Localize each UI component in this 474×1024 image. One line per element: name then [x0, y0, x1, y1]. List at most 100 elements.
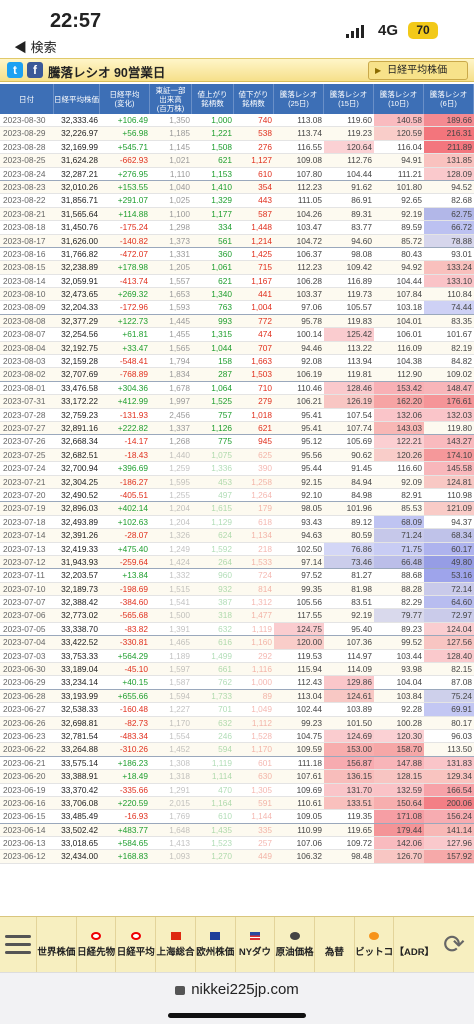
- table-cell: 31,856.71: [61, 195, 98, 206]
- table-cell: 1,110: [169, 168, 190, 179]
- table-cell: 701: [218, 704, 232, 715]
- toolbar-label: 上海総合: [156, 946, 195, 958]
- table-cell: -186.27: [119, 476, 148, 487]
- table-cell: 453: [218, 476, 232, 487]
- table-row: 2023-07-20 32,490.52 -405.51 1,255 497 1,264 9…: [0, 488, 474, 503]
- table-cell: 85.53: [401, 503, 422, 514]
- table-cell: 2023-07-05: [3, 623, 46, 634]
- table-cell: 95.78: [301, 315, 322, 326]
- table-cell: 594: [218, 744, 232, 755]
- toolbar-item-8[interactable]: ビットコ: [353, 917, 394, 972]
- table-body: 2023-08-30 32,333.46 +106.49 1,350 1,000 740 1…: [0, 114, 474, 864]
- table-cell: 103.37: [296, 289, 322, 300]
- table-cell: 1,615: [211, 503, 232, 514]
- table-cell: 72.97: [424, 609, 474, 622]
- table-cell: 1,100: [169, 208, 190, 219]
- table-cell: 97.52: [301, 570, 322, 581]
- column-header: 値下がり 銘柄数: [234, 84, 274, 114]
- table-cell: -160.48: [119, 704, 148, 715]
- toolbar-item-0[interactable]: 世界株価: [36, 917, 76, 972]
- table-cell: 1,733: [211, 690, 232, 701]
- hamburger-menu-icon[interactable]: [0, 917, 36, 972]
- column-header: 日付: [0, 84, 54, 114]
- table-cell: 121.09: [424, 502, 474, 515]
- table-cell: 97.14: [301, 556, 322, 567]
- toolbar-item-6[interactable]: 原油価格: [274, 917, 314, 972]
- table-cell: 2,456: [169, 409, 190, 420]
- table-cell: 2023-08-22: [3, 195, 46, 206]
- table-cell: 1,170: [169, 717, 190, 728]
- table-cell: 142.06: [374, 837, 424, 850]
- us-flag-icon: [249, 931, 260, 940]
- table-cell: 120.64: [324, 140, 374, 154]
- table-cell: 1,153: [211, 168, 232, 179]
- table-cell: +178.98: [117, 262, 148, 273]
- table-cell: 474: [258, 329, 272, 340]
- address-bar[interactable]: nikkei225jp.com: [0, 972, 474, 1024]
- page-title: 騰落レシオ 90営業日: [48, 66, 166, 80]
- table-cell: 715: [258, 262, 272, 273]
- table-cell: 32,698.81: [61, 717, 98, 728]
- table-cell: 1,554: [169, 730, 190, 741]
- table-cell: 2023-07-19: [3, 503, 46, 514]
- table-cell: 101.67: [446, 329, 472, 340]
- table-cell: 1,205: [169, 262, 190, 273]
- table-cell: 814: [258, 583, 272, 594]
- twitter-icon[interactable]: t: [7, 62, 23, 78]
- table-cell: 740: [258, 115, 272, 125]
- table-cell: 104.44: [346, 168, 372, 179]
- table-row: 2023-08-28 32,169.99 +545.71 1,145 1,508 276 1…: [0, 140, 474, 155]
- table-cell: 95.40: [351, 623, 372, 634]
- table-cell: 89.23: [401, 623, 422, 634]
- toolbar-item-7[interactable]: 為替: [314, 917, 354, 972]
- table-cell: 1,021: [169, 155, 190, 166]
- table-cell: 68.34: [424, 529, 474, 542]
- table-cell: 2023-08-15: [3, 262, 46, 273]
- table-row: 2023-08-15 32,238.89 +178.98 1,205 1,061 715 1…: [0, 261, 474, 275]
- table-cell: 113.94: [347, 356, 372, 367]
- table-cell: 601: [258, 757, 272, 768]
- back-to-search-link[interactable]: ◀ 検索: [14, 37, 57, 56]
- table-cell: +33.47: [122, 342, 148, 353]
- table-cell: 125.42: [324, 328, 374, 341]
- table-cell: 591: [258, 797, 272, 808]
- table-cell: 158.70: [374, 743, 424, 756]
- table-cell: 132.59: [374, 783, 424, 796]
- table-row: 2023-08-21 31,565.64 +114.88 1,100 1,177 587 1…: [0, 207, 474, 222]
- table-cell: 143.03: [374, 421, 424, 435]
- toolbar-item-1[interactable]: 日経先物: [75, 917, 116, 972]
- table-cell: 1,595: [169, 476, 190, 487]
- table-cell: 1,594: [169, 690, 190, 701]
- table-cell: 2023-07-27: [3, 422, 46, 433]
- table-cell: 109.02: [446, 369, 472, 380]
- table-cell: 31,624.28: [61, 155, 98, 166]
- table-cell: 1,331: [169, 248, 190, 259]
- table-cell: 106.01: [396, 329, 422, 340]
- toolbar-item-9[interactable]: 【ADR】: [393, 917, 434, 972]
- toolbar-item-3[interactable]: 上海総合: [155, 917, 195, 972]
- table-cell: 449: [258, 851, 272, 862]
- table-cell: 93.43: [301, 516, 322, 527]
- table-cell: 1,044: [211, 342, 232, 353]
- table-cell: 2023-08-21: [3, 208, 46, 219]
- table-cell: 2023-08-17: [3, 235, 46, 246]
- table-cell: 53.16: [424, 569, 474, 582]
- table-row: 2023-06-27 32,538.33 -160.48 1,227 701 1,049 1…: [0, 703, 474, 717]
- facebook-icon[interactable]: f: [27, 62, 43, 78]
- nikkei-average-button[interactable]: ▶ 日経平均株価: [368, 61, 468, 80]
- toolbar-item-5[interactable]: NYダウ: [234, 917, 275, 972]
- refresh-icon[interactable]: ⟳: [434, 917, 474, 972]
- table-cell: 82.91: [401, 489, 422, 500]
- table-cell: 1,127: [251, 155, 272, 166]
- table-cell: 2023-07-28: [3, 409, 46, 420]
- table-cell: 81.98: [351, 583, 372, 594]
- table-cell: 1,477: [251, 610, 272, 621]
- toolbar-item-2[interactable]: 日経平均: [115, 917, 155, 972]
- table-cell: +18.49: [122, 771, 148, 782]
- table-cell: 94.91: [401, 155, 422, 166]
- table-cell: 610: [218, 811, 232, 822]
- page-header: t f 騰落レシオ 90営業日 ▶ 日経平均株価: [0, 58, 474, 82]
- table-cell: 360: [218, 248, 232, 259]
- table-cell: 100.14: [296, 329, 322, 340]
- toolbar-item-4[interactable]: 欧州株価: [194, 917, 235, 972]
